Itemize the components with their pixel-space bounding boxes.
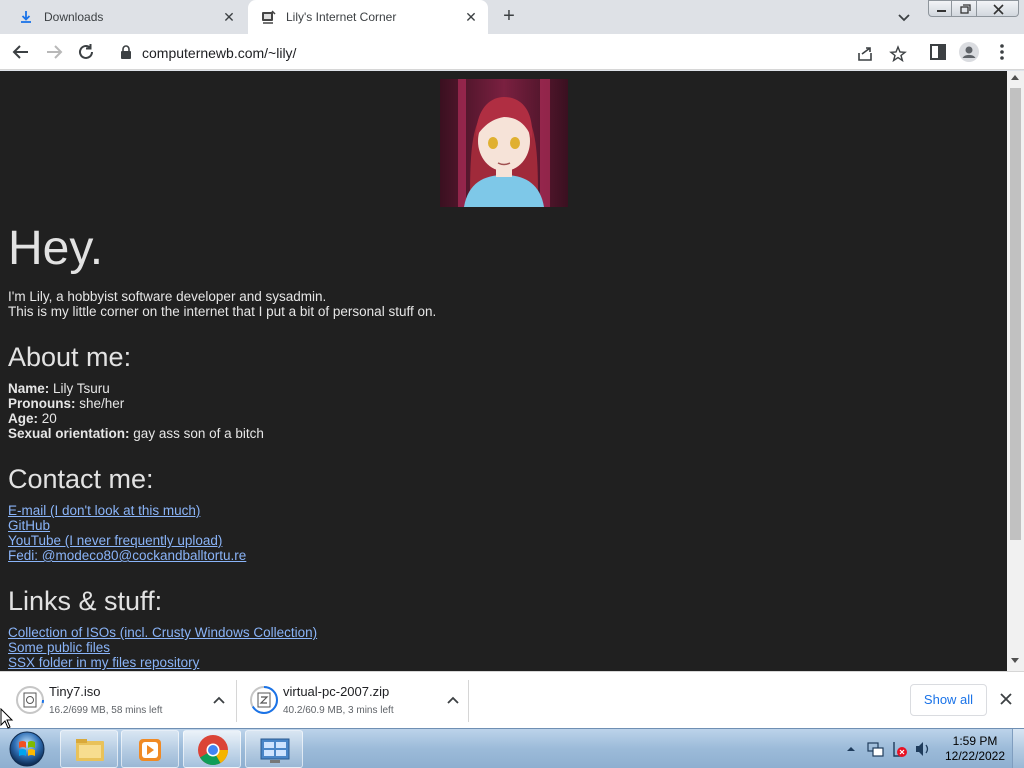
download-icon: [21, 11, 31, 23]
network-icon[interactable]: [867, 742, 884, 757]
download-shelf: Tiny7.iso 16.2/699 MB, 58 mins left virt…: [0, 671, 1024, 728]
field-label: Sexual orientation:: [8, 426, 130, 441]
download-filename: Tiny7.iso: [49, 684, 101, 699]
page-title: Hey.: [8, 222, 104, 275]
folder-icon: [76, 739, 104, 761]
taskbar-chrome[interactable]: [183, 730, 241, 768]
minimize-button[interactable]: [928, 0, 952, 17]
iso-collection-link[interactable]: Collection of ISOs (incl. Crusty Windows…: [8, 625, 317, 640]
clock-date: 12/22/2022: [944, 749, 1006, 763]
scroll-down-arrow-icon[interactable]: [1011, 658, 1019, 663]
menu-kebab-icon[interactable]: [991, 41, 1013, 63]
close-window-button[interactable]: [976, 0, 1019, 17]
media-player-icon: [139, 739, 161, 761]
url-text[interactable]: computernewb.com/~lily/: [142, 45, 296, 61]
scroll-up-arrow-icon[interactable]: [1011, 75, 1019, 80]
tab-strip: Downloads ✕ Lily's Internet Corner ✕ +: [0, 0, 1024, 34]
bookmark-star-icon[interactable]: [889, 45, 907, 63]
about-row-age: Age: 20: [8, 411, 264, 426]
download-item[interactable]: virtual-pc-2007.zip 40.2/60.9 MB, 3 mins…: [240, 678, 470, 724]
public-files-link[interactable]: Some public files: [8, 640, 317, 655]
taskbar-control-panel[interactable]: [245, 730, 303, 768]
youtube-link[interactable]: YouTube (I never frequently upload): [8, 533, 246, 548]
share-icon[interactable]: [856, 45, 874, 63]
chevron-up-icon[interactable]: [212, 693, 226, 707]
tab-downloads[interactable]: Downloads ✕: [6, 0, 246, 34]
field-value: gay ass son of a bitch: [133, 426, 264, 441]
about-row-name: Name: Lily Tsuru: [8, 381, 264, 396]
about-row-pronouns: Pronouns: she/her: [8, 396, 264, 411]
disc-image-file-icon: [16, 686, 44, 714]
forward-icon[interactable]: [43, 41, 65, 63]
about-list: Name: Lily Tsuru Pronouns: she/her Age: …: [8, 381, 264, 441]
tab-title: Downloads: [44, 10, 104, 24]
taskbar-explorer[interactable]: [60, 730, 118, 768]
side-panel-icon[interactable]: [927, 41, 949, 63]
page-scrollbar[interactable]: [1007, 71, 1024, 671]
lock-icon[interactable]: [120, 45, 132, 59]
mouse-cursor-icon: [0, 708, 14, 729]
about-row-orientation: Sexual orientation: gay ass son of a bit…: [8, 426, 264, 441]
browser-toolbar: computernewb.com/~lily/: [0, 34, 1024, 70]
contact-links: E-mail (I don't look at this much) GitHu…: [8, 503, 246, 563]
intro-line: I'm Lily, a hobbyist software developer …: [8, 289, 327, 304]
action-center-warning-icon[interactable]: [893, 742, 907, 757]
clock-time: 1:59 PM: [952, 734, 998, 748]
chevron-down-icon[interactable]: [895, 9, 913, 27]
tab-lilys-internet-corner[interactable]: Lily's Internet Corner ✕: [248, 0, 488, 34]
back-icon[interactable]: [10, 41, 32, 63]
control-panel-icon: [260, 738, 290, 763]
zip-file-icon: [250, 686, 278, 714]
close-tab-icon[interactable]: ✕: [462, 8, 480, 26]
email-link[interactable]: E-mail (I don't look at this much): [8, 503, 246, 518]
close-tab-icon[interactable]: ✕: [220, 8, 238, 26]
tab-title: Lily's Internet Corner: [286, 10, 397, 24]
download-status: 16.2/699 MB, 58 mins left: [49, 705, 163, 716]
show-all-button[interactable]: Show all: [910, 684, 987, 716]
page-viewport: Hey. I'm Lily, a hobbyist software devel…: [0, 71, 1007, 671]
intro-line: This is my little corner on the internet…: [8, 304, 437, 319]
system-tray: [847, 742, 929, 757]
intro-text: I'm Lily, a hobbyist software developer …: [8, 289, 436, 319]
about-heading: About me:: [8, 342, 132, 372]
new-tab-icon[interactable]: +: [498, 6, 520, 28]
chevron-up-icon[interactable]: [446, 693, 460, 707]
reload-icon[interactable]: [75, 41, 97, 63]
divider: [468, 680, 469, 722]
profile-avatar-image: [440, 79, 568, 207]
links-list: Collection of ISOs (incl. Crusty Windows…: [8, 625, 317, 670]
download-item[interactable]: Tiny7.iso 16.2/699 MB, 58 mins left: [6, 678, 236, 724]
fedi-link[interactable]: Fedi: @modeco80@cockandballtortu.re: [8, 548, 246, 563]
chrome-icon: [198, 735, 228, 766]
show-hidden-icons-icon[interactable]: [847, 747, 855, 751]
links-heading: Links & stuff:: [8, 586, 163, 616]
ssx-folder-link[interactable]: SSX folder in my files repository: [8, 655, 317, 670]
address-bar[interactable]: computernewb.com/~lily/: [108, 38, 918, 66]
github-link[interactable]: GitHub: [8, 518, 246, 533]
field-label: Name:: [8, 381, 50, 396]
download-status: 40.2/60.9 MB, 3 mins left: [283, 705, 394, 716]
field-value: Lily Tsuru: [53, 381, 110, 396]
download-filename: virtual-pc-2007.zip: [283, 684, 390, 699]
scroll-thumb[interactable]: [1010, 88, 1021, 540]
close-icon[interactable]: [998, 691, 1014, 707]
site-favicon: [262, 10, 276, 24]
field-value: she/her: [79, 396, 125, 411]
volume-icon[interactable]: [916, 742, 929, 756]
taskbar-clock[interactable]: 1:59 PM 12/22/2022: [940, 734, 1010, 764]
profile-avatar-icon[interactable]: [958, 41, 980, 63]
show-desktop-button[interactable]: [1012, 729, 1024, 768]
windows-start-button[interactable]: [2, 730, 52, 768]
divider: [236, 680, 237, 722]
contact-heading: Contact me:: [8, 464, 154, 494]
field-label: Pronouns:: [8, 396, 76, 411]
field-value: 20: [41, 411, 57, 426]
field-label: Age:: [8, 411, 38, 426]
windows-taskbar: 1:59 PM 12/22/2022: [0, 728, 1024, 768]
taskbar-media-player[interactable]: [121, 730, 179, 768]
restore-button[interactable]: [951, 0, 977, 17]
